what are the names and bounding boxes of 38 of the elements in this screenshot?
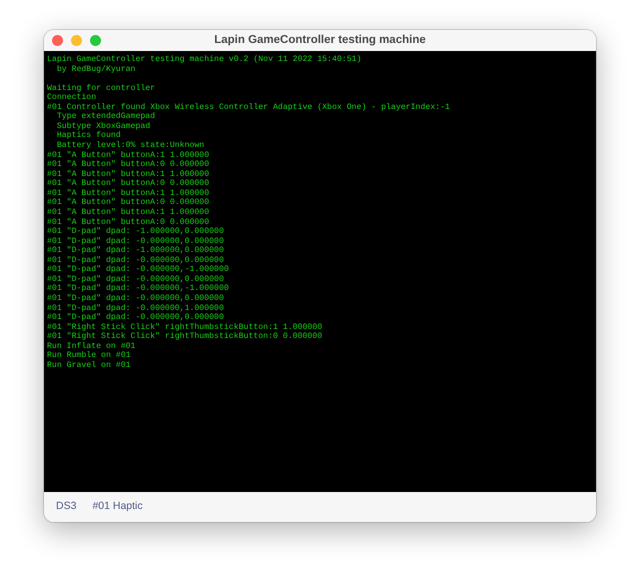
console-line: #01 "D-pad" dpad: -0.000000,0.000000 bbox=[47, 256, 224, 265]
console-line: #01 "A Button" buttonA:1 1.000000 bbox=[47, 170, 210, 179]
console-line: #01 "A Button" buttonA:0 0.000000 bbox=[47, 179, 210, 189]
console-line: #01 "A Button" buttonA:1 1.000000 bbox=[47, 208, 210, 218]
console-line: by RedBug/Kyuran bbox=[56, 64, 136, 74]
console-line: #01 "A Button" buttonA:0 0.000000 bbox=[47, 218, 210, 227]
console-line: #01 "D-pad" dpad: -0.000000,1.000000 bbox=[47, 304, 224, 313]
console-line: #01 "D-pad" dpad: -1.000000,0.000000 bbox=[47, 227, 224, 237]
console-line: #01 "A Button" buttonA:1 1.000000 bbox=[47, 188, 210, 198]
console-line: #01 "A Button" buttonA:0 0.000000 bbox=[47, 160, 210, 170]
console-line: Connection bbox=[47, 93, 96, 103]
console-line: #01 "D-pad" dpad: -0.000000,0.000000 bbox=[47, 274, 224, 284]
window-title: Lapin GameController testing machine bbox=[214, 33, 426, 48]
console-line: #01 "D-pad" dpad: -0.000000,0.000000 bbox=[47, 236, 224, 246]
console-line: Waiting for controller bbox=[47, 84, 156, 93]
console-line: Run Inflate on #01 bbox=[47, 342, 136, 351]
console-line: #01 "D-pad" dpad: -0.000000,0.000000 bbox=[47, 294, 224, 304]
console-line: Subtype XboxGamepad bbox=[56, 122, 150, 131]
console-line: Run Gravel on #01 bbox=[47, 360, 131, 371]
console-line: #01 "D-pad" dpad: -1.000000,0.000000 bbox=[47, 246, 224, 256]
console-line: #01 "Right Stick Click" rightThumbstickButton:0 0.000000 bbox=[47, 332, 322, 342]
console-line: #01 "D-pad" dpad: -0.000000,0.000000 bbox=[47, 313, 224, 323]
toolbar-button[interactable]: #01 Haptic bbox=[86, 497, 149, 517]
console-line: Run Rumble on #01 bbox=[47, 351, 131, 361]
console-line: Battery level:0% state:Unknown bbox=[56, 141, 204, 151]
console-line: Type extendedGamepad bbox=[56, 112, 156, 122]
minimize-button[interactable] bbox=[71, 35, 82, 46]
zoom-button[interactable] bbox=[90, 35, 101, 46]
console-line: Lapin GameController testing machine v0.2 (Nov 11 2022 15:40:51) bbox=[47, 55, 362, 65]
console-line: #01 Controller found Xbox Wireless Controller Adaptive (Xbox One) - playerIndex:-1 bbox=[47, 102, 450, 112]
console-line: #01 "A Button" buttonA:0 0.000000 bbox=[47, 198, 210, 208]
console-line: #01 "D-pad" dpad: -0.000000,-1.000000 bbox=[47, 265, 229, 275]
close-button[interactable] bbox=[52, 35, 63, 46]
console-line: #01 "A Button" buttonA:1 1.000000 bbox=[47, 150, 210, 160]
toolbar-button[interactable]: DS3 bbox=[50, 497, 82, 517]
console-line: #01 "D-pad" dpad: -0.000000,-1.000000 bbox=[47, 284, 229, 294]
console-line: Haptics found bbox=[56, 131, 121, 141]
console-line: #01 "Right Stick Click" rightThumbstickButton:1 1.000000 bbox=[47, 322, 322, 332]
